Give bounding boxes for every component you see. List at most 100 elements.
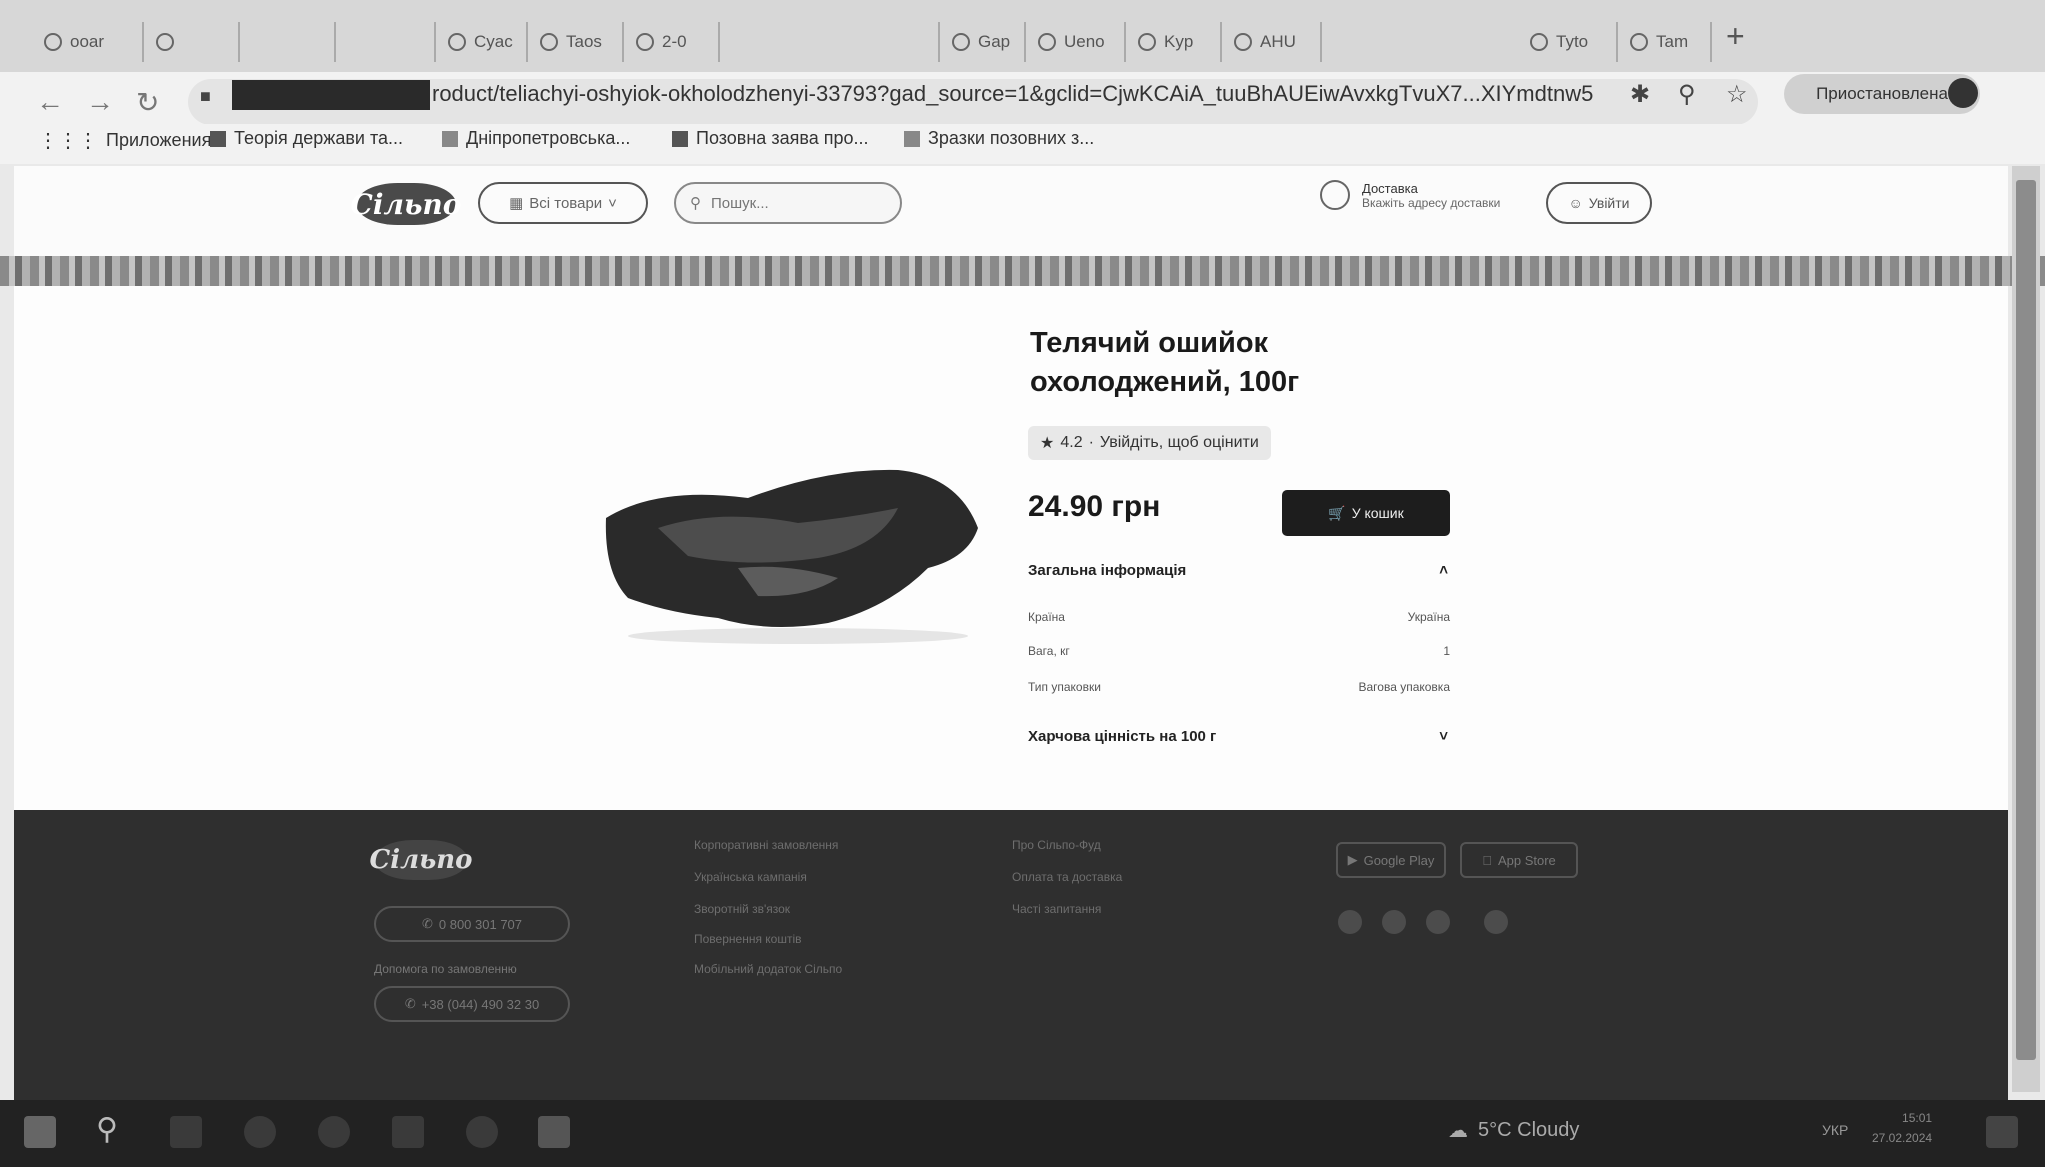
login-button[interactable]: ☺ Увійти xyxy=(1546,182,1652,224)
footer-link[interactable]: Українська кампанія xyxy=(694,870,807,884)
bookmark-item[interactable]: Позовна заява про... xyxy=(672,128,868,149)
bookmark-icon xyxy=(210,130,226,147)
translate-icon[interactable]: ✱ xyxy=(1630,80,1650,109)
delivery-selector[interactable]: Доставка Вкажіть адресу доставки xyxy=(1320,180,1500,210)
support-phone-button[interactable]: ✆ +38 (044) 490 32 30 xyxy=(374,986,570,1022)
browser-tab[interactable]: 2-0 xyxy=(624,22,720,62)
browser-tab[interactable]: Tam xyxy=(1618,22,1712,62)
facebook-icon[interactable] xyxy=(1338,910,1362,934)
reload-icon[interactable]: ↻ xyxy=(136,86,159,119)
browser-tab[interactable]: ooar xyxy=(32,22,144,62)
general-info-toggle[interactable]: Загальна інформація ˄ xyxy=(1028,562,1448,579)
browser-tab[interactable] xyxy=(240,22,336,62)
browser-tab[interactable] xyxy=(336,22,436,62)
browser-tab[interactable]: Tyto xyxy=(1518,22,1618,62)
location-pin-icon xyxy=(1320,180,1350,210)
site-info-icon[interactable]: ■ xyxy=(200,86,211,107)
product-section xyxy=(14,286,2008,810)
chrome-icon[interactable] xyxy=(466,1116,498,1148)
windows-taskbar xyxy=(0,1100,2045,1167)
forward-arrow-icon[interactable]: → xyxy=(86,86,114,118)
telegram-icon[interactable] xyxy=(1426,910,1450,934)
favicon-icon xyxy=(1530,33,1548,51)
phone-icon: ✆ xyxy=(421,916,433,931)
youtube-icon[interactable] xyxy=(1382,910,1406,934)
favicon-icon xyxy=(156,33,174,51)
browser-tab[interactable]: Cyac xyxy=(436,22,528,62)
google-icon xyxy=(1234,33,1252,51)
product-image xyxy=(605,469,978,644)
rating-badge[interactable]: ★ 4.2 · Увійдіть, щоб оцінити xyxy=(1028,426,1271,460)
nutrition-toggle[interactable]: Харчова цінність на 100 г ˅ xyxy=(1028,728,1448,745)
favicon-icon xyxy=(1138,33,1156,51)
site-logo[interactable]: Сільпо xyxy=(351,183,461,225)
browser-tab[interactable]: Kyp xyxy=(1126,22,1222,62)
bookmark-item[interactable]: Теорія держави та... xyxy=(210,128,403,149)
footer-link[interactable]: Про Сільпо-Фуд xyxy=(1012,838,1101,852)
input-language[interactable]: УКР xyxy=(1822,1122,1848,1138)
browser-tab[interactable]: Ueno xyxy=(1026,22,1126,62)
app-store-button[interactable]:  App Store xyxy=(1460,842,1578,878)
search-box[interactable]: ⚲ xyxy=(674,182,902,224)
file-explorer-icon[interactable] xyxy=(392,1116,424,1148)
product-price: 24.90 грн xyxy=(1028,490,1161,523)
cart-icon: 🛒 xyxy=(1328,504,1346,521)
star-bookmark-icon[interactable]: ☆ xyxy=(1726,80,1748,109)
favicon-icon xyxy=(636,33,654,51)
bookmark-apps[interactable]: ⋮⋮⋮ Приложения xyxy=(38,128,211,153)
profile-avatar[interactable] xyxy=(1948,78,1978,108)
footer-link[interactable]: Зворотній зв'язок xyxy=(694,902,790,916)
browser-tab[interactable]: AHU xyxy=(1222,22,1322,62)
scrollbar-thumb[interactable] xyxy=(2016,180,2036,1060)
favicon-icon xyxy=(540,33,558,51)
footer-link[interactable]: Корпоративні замовлення xyxy=(694,838,838,852)
support-label: Допомога по замовленню xyxy=(374,962,517,976)
app-icon[interactable] xyxy=(244,1116,276,1148)
apps-grid-icon: ⋮⋮⋮ xyxy=(38,130,98,152)
search-input[interactable] xyxy=(709,193,863,213)
weather-widget[interactable]: ☁ 5°C Cloudy xyxy=(1448,1118,1579,1143)
task-view-icon[interactable] xyxy=(170,1116,202,1148)
hotline-button[interactable]: ✆ 0 800 301 707 xyxy=(374,906,570,942)
app-icon[interactable] xyxy=(538,1116,570,1148)
system-clock[interactable]: 15:01 27.02.2024 xyxy=(1872,1108,1932,1148)
windows-start-icon[interactable] xyxy=(24,1116,56,1148)
browser-tab[interactable] xyxy=(144,22,240,62)
delivery-title: Доставка xyxy=(1362,180,1418,196)
favicon-icon xyxy=(952,33,970,51)
add-to-cart-button[interactable]: 🛒 У кошик xyxy=(1282,490,1450,536)
scan-artifact-band xyxy=(0,256,2045,286)
info-row: Вага, кг 1 xyxy=(1028,644,1450,658)
favicon-icon xyxy=(448,33,466,51)
new-tab-button[interactable]: + xyxy=(1726,18,1745,55)
zoom-icon[interactable]: ⚲ xyxy=(1678,80,1696,109)
footer-link[interactable]: Оплата та доставка xyxy=(1012,870,1122,884)
bookmark-icon xyxy=(672,130,688,147)
footer-link[interactable]: Мобільний додаток Сільпо xyxy=(694,962,842,976)
footer-link[interactable]: Повернення коштів xyxy=(694,932,802,946)
url-text[interactable]: roduct/teliachyi-oshyiok-okholodzhenyi-3… xyxy=(432,81,1622,107)
chevron-up-icon: ˄ xyxy=(1439,562,1448,579)
footer-link[interactable]: Часті запитання xyxy=(1012,902,1101,916)
search-icon[interactable]: ⚲ xyxy=(96,1112,128,1146)
bookmark-item[interactable]: Зразки позовних з... xyxy=(904,128,1094,149)
google-icon xyxy=(1038,33,1056,51)
back-arrow-icon[interactable]: ← xyxy=(36,86,64,118)
browser-tab[interactable]: Gap xyxy=(940,22,1026,62)
footer-logo[interactable]: Сільпо xyxy=(370,840,473,880)
browser-tab[interactable] xyxy=(720,22,940,62)
bookmark-item[interactable]: Дніпропетровська... xyxy=(442,128,630,149)
app-icon[interactable] xyxy=(318,1116,350,1148)
catalog-button[interactable]: ▦ Всі товари ˅ xyxy=(478,182,648,224)
google-play-button[interactable]: ▶ Google Play xyxy=(1336,842,1446,878)
site-footer xyxy=(14,810,2008,1100)
instagram-icon[interactable] xyxy=(1484,910,1508,934)
browser-tab[interactable]: Taos xyxy=(528,22,624,62)
notification-icon[interactable] xyxy=(1986,1116,2018,1148)
bookmark-icon xyxy=(442,130,458,147)
favicon-icon xyxy=(1630,33,1648,51)
star-icon: ★ xyxy=(1040,435,1055,452)
chevron-down-icon: ˅ xyxy=(608,194,617,212)
user-icon: ☺ xyxy=(1568,195,1583,211)
search-icon: ⚲ xyxy=(690,195,701,212)
